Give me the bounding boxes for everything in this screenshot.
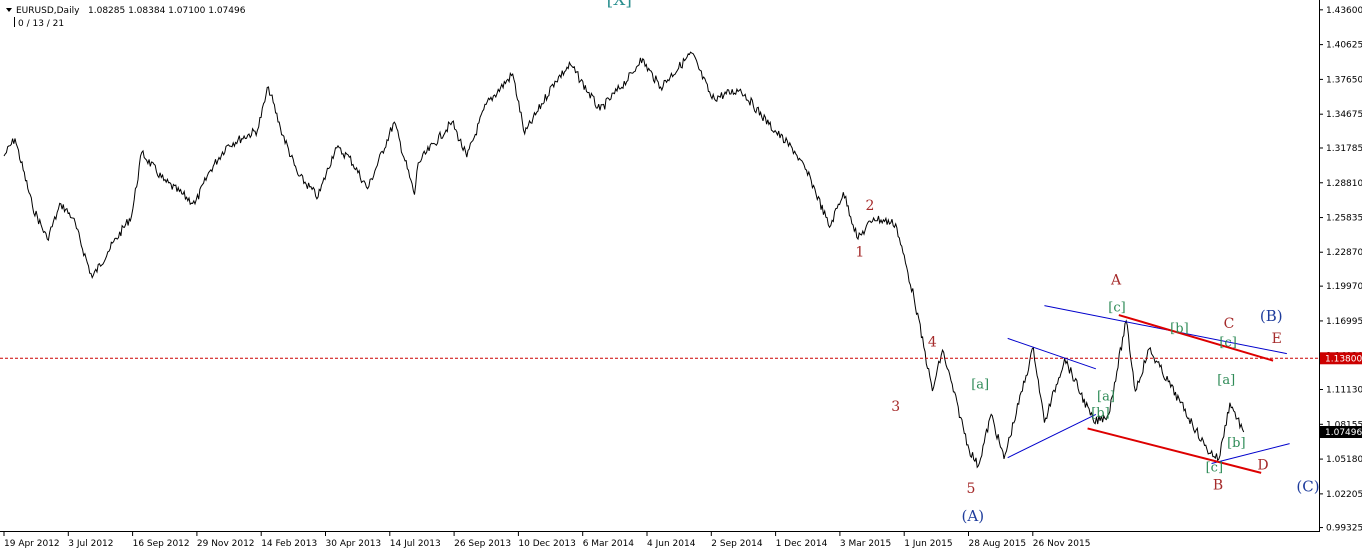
price-level-label: 1.13800 <box>1325 354 1362 364</box>
wave-label: (C) <box>1296 478 1319 496</box>
x-tick-label: 1 Jun 2015 <box>904 539 952 549</box>
wave-label: B <box>1213 477 1223 493</box>
x-tick-label: 4 Jun 2014 <box>647 539 696 549</box>
x-tick-label: 30 Apr 2013 <box>326 539 382 549</box>
y-tick-label: 1.34675 <box>1326 110 1362 120</box>
x-tick-label: 28 Aug 2015 <box>969 539 1027 549</box>
wave-label: (B) <box>1260 307 1283 325</box>
y-tick-label: 1.40625 <box>1326 41 1362 51</box>
wave-label: E <box>1272 331 1282 347</box>
x-tick-label: 14 Jul 2013 <box>390 539 441 549</box>
wave-label: A <box>1110 273 1122 289</box>
ohlc-values: 1.08285 1.08384 1.07100 1.07496 <box>88 6 246 16</box>
wave-label: [c] <box>1206 461 1223 476</box>
price-chart[interactable]: [X] 1 2 3 4 5 (A) [a] [b] [a] A [c] [b] [a] [b] [c] B C [c… <box>0 0 1362 554</box>
x-tick-label: 3 Mar 2015 <box>840 539 891 549</box>
wave-label: 4 <box>928 335 937 351</box>
wave-label: C <box>1224 316 1235 332</box>
x-tick-label: 14 Feb 2013 <box>261 539 317 549</box>
y-tick-label: 1.25835 <box>1326 214 1362 224</box>
wave-label: [b] <box>1091 406 1109 421</box>
chart-canvas[interactable]: [X]12345(A)[a][b][a]A[c][b][a][b][c]BC[c… <box>0 0 1362 554</box>
wave-label: (A) <box>962 507 985 525</box>
y-tick-label: 1.16995 <box>1326 317 1362 327</box>
x-tick-label: 16 Sep 2012 <box>133 539 190 549</box>
wave-label: [X] <box>607 0 632 10</box>
x-tick-label: 3 Jul 2012 <box>68 539 113 549</box>
y-tick-label: 0.99325 <box>1326 524 1362 534</box>
y-tick-label: 1.11130 <box>1326 386 1362 396</box>
wave-label: [b] <box>1227 436 1245 451</box>
x-tick-label: 26 Nov 2015 <box>1033 539 1091 549</box>
x-tick-label: 19 Apr 2012 <box>4 539 60 549</box>
x-tick-label: 6 Mar 2014 <box>583 539 635 549</box>
wave-label: D <box>1257 457 1268 473</box>
wave-label: [b] <box>1170 322 1188 337</box>
y-tick-label: 1.19970 <box>1326 282 1362 292</box>
wave-label: [a] <box>1097 389 1115 404</box>
wave-label: [c] <box>1219 336 1236 351</box>
x-tick-label: 1 Dec 2014 <box>776 539 828 549</box>
y-tick-label: 1.43600 <box>1326 6 1362 16</box>
y-tick-label: 1.28810 <box>1326 179 1362 189</box>
y-tick-label: 1.02205 <box>1326 490 1362 500</box>
wave-label: [a] <box>971 378 989 393</box>
x-tick-label: 26 Sep 2013 <box>454 539 511 549</box>
x-tick-label: 2 Sep 2014 <box>711 539 763 549</box>
wave-label: 2 <box>865 198 874 214</box>
y-tick-label: 1.31785 <box>1326 144 1362 154</box>
current-price-label: 1.07496 <box>1325 428 1362 438</box>
x-tick-label: 10 Dec 2013 <box>518 539 576 549</box>
indicator-counter: 0 / 13 / 21 <box>18 19 64 29</box>
y-tick-label: 1.37650 <box>1326 75 1362 85</box>
y-tick-label: 1.22870 <box>1326 248 1362 258</box>
wave-label: 3 <box>891 399 900 415</box>
wave-label: 1 <box>855 245 864 261</box>
wave-label: 5 <box>967 481 976 497</box>
wave-label: [a] <box>1217 373 1235 388</box>
wave-label: [c] <box>1108 301 1125 316</box>
x-tick-label: 29 Nov 2012 <box>197 539 255 549</box>
chart-background <box>0 0 1362 554</box>
y-tick-label: 1.05180 <box>1326 455 1362 465</box>
symbol-label: EURUSD,Daily <box>16 6 80 16</box>
